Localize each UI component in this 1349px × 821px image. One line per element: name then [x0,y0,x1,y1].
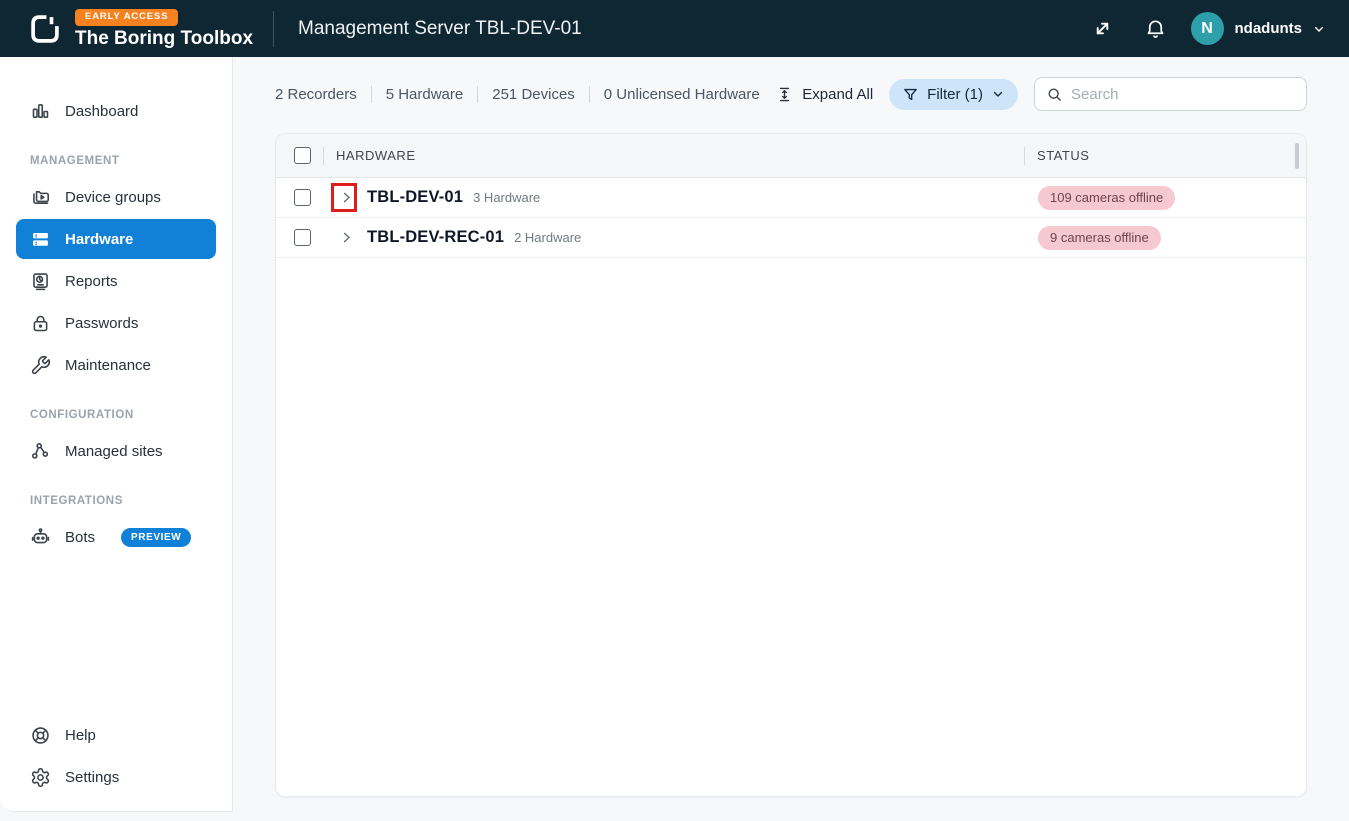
sites-network-icon [30,441,51,462]
fullscreen-icon[interactable] [1091,17,1114,40]
expand-all-button[interactable]: Expand All [776,86,873,103]
brand[interactable]: EARLY ACCESS The Boring Toolbox [28,9,253,47]
sidebar-section-configuration: CONFIGURATION [30,409,232,421]
column-header-hardware: HARDWARE [336,148,416,163]
user-avatar[interactable]: N [1191,12,1224,45]
gear-icon [30,767,51,788]
summary-stats: 2 Recorders 5 Hardware 251 Devices 0 Unl… [275,86,774,103]
search-icon [1046,86,1063,103]
hardware-name: TBL-DEV-01 [367,188,463,207]
toolbar: 2 Recorders 5 Hardware 251 Devices 0 Unl… [275,77,1307,111]
filter-button[interactable]: Filter (1) [889,79,1018,110]
sidebar-item-label: Help [65,727,96,744]
server-stack-icon [30,229,51,250]
sidebar-item-label: Settings [65,769,119,786]
early-access-badge: EARLY ACCESS [75,9,178,25]
table-row-tbl-dev-01[interactable]: TBL-DEV-01 3 Hardware 109 cameras offlin… [276,178,1306,218]
expand-all-label: Expand All [802,86,873,103]
boring-toolbox-logo-icon [28,12,62,46]
brand-name: The Boring Toolbox [75,29,253,48]
funnel-filter-icon [902,86,919,103]
select-all-checkbox[interactable] [294,147,311,164]
lifebuoy-help-icon [30,725,51,746]
hardware-table: HARDWARE STATUS TBL-DEV-01 3 Hardware 10… [275,133,1307,797]
sidebar-item-maintenance[interactable]: Maintenance [16,345,216,385]
sidebar-item-settings[interactable]: Settings [16,757,216,797]
sidebar-item-label: Maintenance [65,357,151,374]
unfold-vertical-icon [776,86,793,103]
filter-label: Filter (1) [927,86,983,103]
row-checkbox[interactable] [294,189,311,206]
column-header-status: STATUS [1037,148,1089,163]
app-header: EARLY ACCESS The Boring Toolbox Manageme… [0,0,1349,57]
wrench-icon [30,355,51,376]
sidebar-item-label: Hardware [65,231,133,248]
hardware-count: 2 Hardware [514,230,581,245]
column-separator [323,147,324,165]
sidebar: Dashboard MANAGEMENT Device groups Hardw… [0,57,233,812]
stat-recorders: 2 Recorders [275,86,372,103]
notifications-bell-icon[interactable] [1144,17,1167,40]
lock-icon [30,313,51,334]
report-document-icon [30,271,51,292]
sidebar-item-label: Passwords [65,315,138,332]
page-title: Management Server TBL-DEV-01 [298,18,582,40]
user-menu-chevron-down-icon[interactable] [1311,21,1327,37]
sidebar-item-bots[interactable]: Bots PREVIEW [16,517,216,557]
expand-row-chevron-right-icon[interactable] [338,230,354,246]
sidebar-item-dashboard[interactable]: Dashboard [16,91,216,131]
table-row-tbl-dev-rec-01[interactable]: TBL-DEV-REC-01 2 Hardware 9 cameras offl… [276,218,1306,258]
folder-play-icon [30,187,51,208]
main-content: 2 Recorders 5 Hardware 251 Devices 0 Unl… [234,57,1349,821]
scrollbar-thumb[interactable] [1295,143,1299,169]
sidebar-item-label: Managed sites [65,443,163,460]
sidebar-item-label: Bots [65,529,95,546]
hardware-name: TBL-DEV-REC-01 [367,228,504,247]
sidebar-section-integrations: INTEGRATIONS [30,495,232,507]
header-divider [273,11,274,47]
preview-badge: PREVIEW [121,528,191,547]
hardware-count: 3 Hardware [473,190,540,205]
stat-unlicensed: 0 Unlicensed Hardware [590,86,774,103]
status-badge: 9 cameras offline [1038,226,1161,250]
search-box[interactable] [1034,77,1307,111]
robot-icon [30,527,51,548]
sidebar-item-label: Reports [65,273,118,290]
avatar-initial: N [1201,20,1213,38]
table-header-row: HARDWARE STATUS [276,134,1306,178]
sidebar-section-management: MANAGEMENT [30,155,232,167]
stat-devices: 251 Devices [478,86,590,103]
sidebar-item-device-groups[interactable]: Device groups [16,177,216,217]
stat-hardware: 5 Hardware [372,86,479,103]
bar-chart-icon [30,101,51,122]
expand-row-chevron-right-icon[interactable] [338,190,354,206]
user-name: ndadunts [1235,20,1303,37]
sidebar-item-label: Device groups [65,189,161,206]
sidebar-item-label: Dashboard [65,103,138,120]
sidebar-item-reports[interactable]: Reports [16,261,216,301]
sidebar-item-help[interactable]: Help [16,715,216,755]
chevron-down-icon [991,87,1005,101]
column-separator [1024,147,1025,165]
search-input[interactable] [1071,86,1295,103]
sidebar-item-passwords[interactable]: Passwords [16,303,216,343]
row-checkbox[interactable] [294,229,311,246]
status-badge: 109 cameras offline [1038,186,1175,210]
sidebar-item-hardware[interactable]: Hardware [16,219,216,259]
sidebar-item-managed-sites[interactable]: Managed sites [16,431,216,471]
